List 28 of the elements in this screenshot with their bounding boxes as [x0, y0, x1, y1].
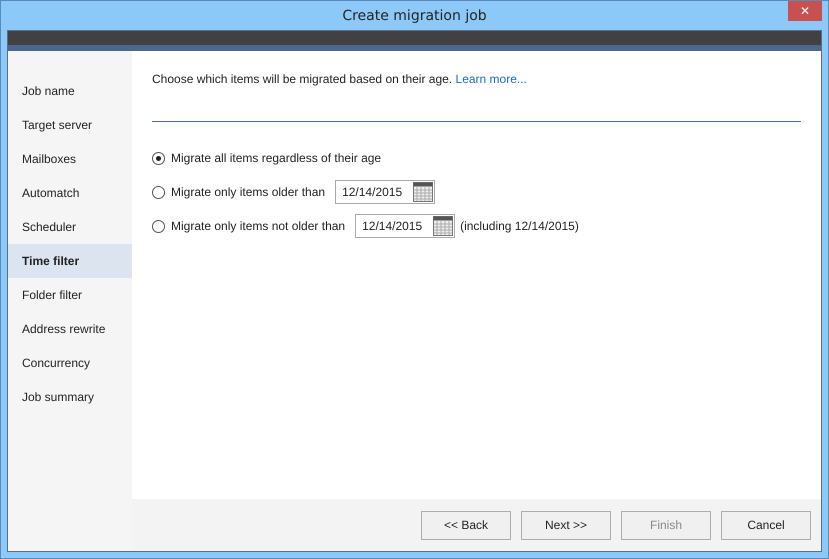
sidebar-item[interactable]: Mailboxes: [8, 142, 132, 176]
option-label[interactable]: Migrate all items regardless of their age: [171, 151, 382, 165]
sidebar-item[interactable]: Concurrency: [8, 346, 132, 380]
sidebar-item[interactable]: Target server: [8, 108, 132, 142]
window-title: Create migration job: [342, 8, 487, 24]
sidebar-item[interactable]: Scheduler: [8, 210, 132, 244]
sidebar-item[interactable]: Job summary: [8, 380, 132, 414]
learn-more-link[interactable]: Learn more...: [456, 72, 527, 86]
radio-button[interactable]: [152, 220, 165, 232]
wizard-button[interactable]: << Back: [421, 510, 511, 540]
sidebar-item[interactable]: Time filter: [8, 244, 132, 278]
sidebar-item[interactable]: Folder filter: [8, 278, 132, 312]
date-note: (including 12/14/2015): [460, 219, 579, 233]
date-field[interactable]: 12/14/2015: [335, 180, 436, 204]
option-label[interactable]: Migrate only items not older than: [171, 219, 346, 233]
sidebar-item[interactable]: Address rewrite: [8, 312, 132, 346]
date-field[interactable]: 12/14/2015: [355, 214, 456, 238]
sidebar-item[interactable]: Job name: [8, 74, 132, 108]
wizard-button[interactable]: Cancel: [721, 510, 811, 540]
option-label[interactable]: Migrate only items older than: [171, 185, 326, 199]
close-button[interactable]: ✕: [788, 1, 822, 21]
calendar-icon[interactable]: [413, 182, 434, 202]
radio-button[interactable]: [152, 186, 165, 198]
intro-text: Choose which items will be migrated based on their age. Learn more...: [152, 72, 528, 86]
calendar-icon[interactable]: [433, 216, 454, 236]
radio-button[interactable]: [152, 152, 165, 164]
sidebar-item[interactable]: Automatch: [8, 176, 132, 210]
wizard-button[interactable]: Next >>: [521, 510, 611, 540]
